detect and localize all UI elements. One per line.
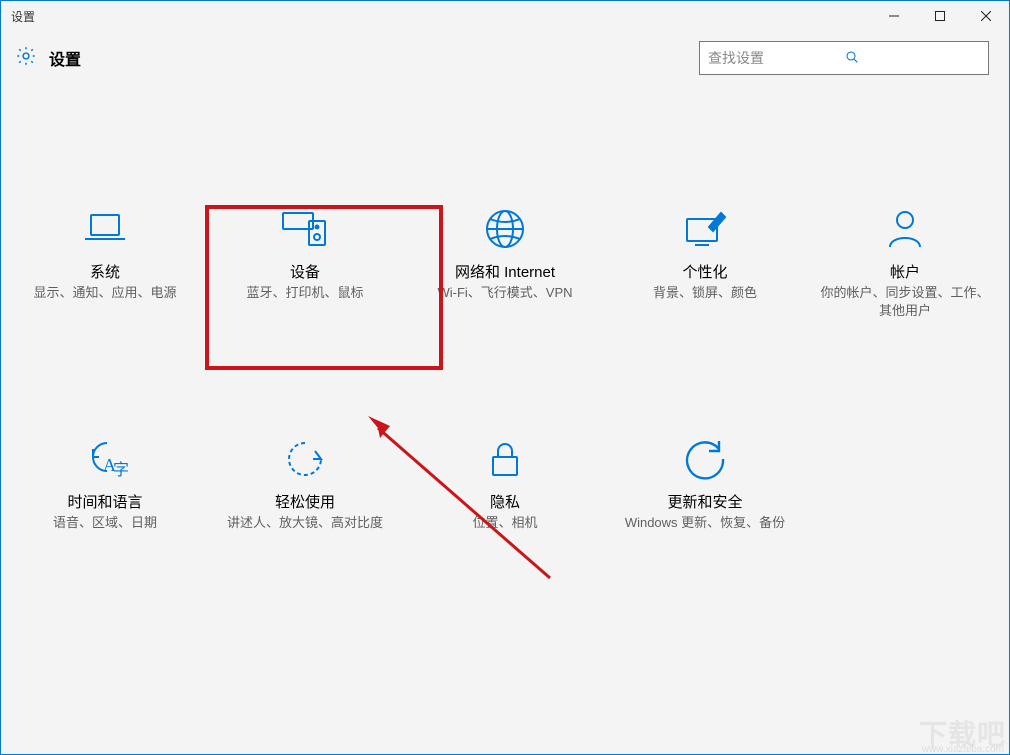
page-title: 设置 <box>49 46 699 70</box>
tile-title: 更新和安全 <box>667 491 742 512</box>
tile-title: 系统 <box>90 261 120 282</box>
tile-desc: 背景、锁屏、颜色 <box>641 284 769 302</box>
settings-grid: 系统 显示、通知、应用、电源 设备 蓝牙、打印机、鼠标 <box>1 205 1009 533</box>
close-button[interactable] <box>963 1 1009 31</box>
tile-desc: 语音、区域、日期 <box>41 514 169 532</box>
tile-desc: 显示、通知、应用、电源 <box>21 284 188 302</box>
maximize-button[interactable] <box>917 1 963 31</box>
time-language-icon: A 字 <box>75 435 135 483</box>
tile-desc: 位置、相机 <box>460 514 549 532</box>
gear-icon <box>15 45 37 72</box>
tile-time-language[interactable]: A 字 时间和语言 语音、区域、日期 <box>5 435 205 532</box>
tile-accounts[interactable]: 帐户 你的帐户、同步设置、工作、其他用户 <box>805 205 1005 320</box>
tile-update-security[interactable]: 更新和安全 Windows 更新、恢复、备份 <box>605 435 805 532</box>
titlebar: 设置 <box>1 1 1009 31</box>
tile-privacy[interactable]: 隐私 位置、相机 <box>405 435 605 532</box>
window-controls <box>871 1 1009 31</box>
tile-title: 个性化 <box>682 261 727 282</box>
svg-text:字: 字 <box>113 461 129 479</box>
tile-ease-of-access[interactable]: 轻松使用 讲述人、放大镜、高对比度 <box>205 435 405 532</box>
minimize-button[interactable] <box>871 1 917 31</box>
tile-desc: Wi-Fi、飞行模式、VPN <box>425 284 584 302</box>
lock-icon <box>475 435 535 483</box>
tile-personalization[interactable]: 个性化 背景、锁屏、颜色 <box>605 205 805 320</box>
watermark-sub: www.xiazaiba.com <box>922 744 1004 755</box>
tile-title: 时间和语言 <box>67 491 142 512</box>
tile-title: 设备 <box>290 261 320 282</box>
personalization-icon <box>675 205 735 253</box>
person-icon <box>875 205 935 253</box>
tile-title: 轻松使用 <box>275 491 335 512</box>
laptop-icon <box>75 205 135 253</box>
tile-desc: 你的帐户、同步设置、工作、其他用户 <box>805 284 1005 320</box>
window-title: 设置 <box>11 8 871 25</box>
ease-of-access-icon <box>275 435 335 483</box>
tile-devices[interactable]: 设备 蓝牙、打印机、鼠标 <box>205 205 405 320</box>
tile-title: 隐私 <box>490 491 520 512</box>
search-icon <box>844 49 980 68</box>
update-icon <box>675 435 735 483</box>
watermark: 下载吧 <box>919 713 1006 753</box>
tile-system[interactable]: 系统 显示、通知、应用、电源 <box>5 205 205 320</box>
header: 设置 查找设置 <box>1 31 1009 85</box>
search-placeholder: 查找设置 <box>708 48 844 68</box>
tile-network[interactable]: 网络和 Internet Wi-Fi、飞行模式、VPN <box>405 205 605 320</box>
devices-icon <box>275 205 335 253</box>
globe-icon <box>475 205 535 253</box>
tile-desc: 蓝牙、打印机、鼠标 <box>234 284 375 302</box>
tile-title: 帐户 <box>890 261 920 282</box>
tile-desc: 讲述人、放大镜、高对比度 <box>215 514 395 532</box>
tile-desc: Windows 更新、恢复、备份 <box>613 514 797 532</box>
search-input[interactable]: 查找设置 <box>699 41 989 75</box>
tile-title: 网络和 Internet <box>455 261 555 282</box>
